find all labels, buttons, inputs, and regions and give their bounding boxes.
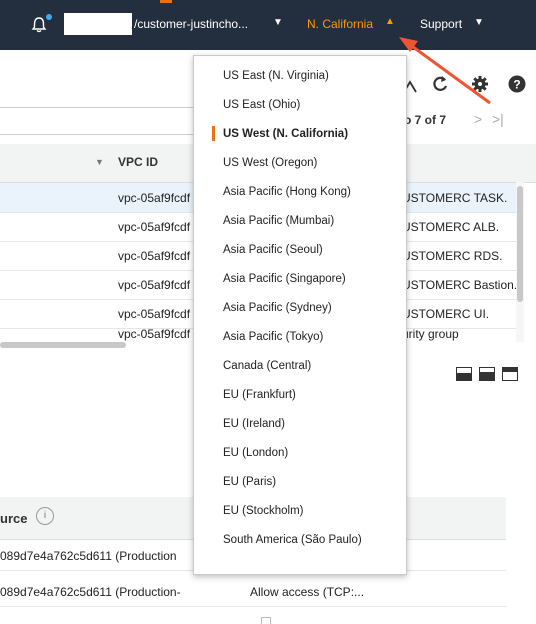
region-option-eu-ireland[interactable]: EU (Ireland) (223, 418, 285, 430)
group-name-cell: USTOMERC Bastion. (402, 278, 518, 292)
region-option-ap-hong-kong[interactable]: Asia Pacific (Hong Kong) (223, 186, 351, 198)
region-dropdown-menu: US East (N. Virginia) US East (Ohio) US … (193, 55, 407, 575)
region-option-eu-frankfurt[interactable]: EU (Frankfurt) (223, 389, 296, 401)
source-cell: 089d7e4a762c5d611 (Production (0, 549, 177, 563)
vertical-scrollbar-thumb[interactable] (517, 186, 523, 302)
bell-icon[interactable] (30, 16, 48, 34)
region-option-ap-seoul[interactable]: Asia Pacific (Seoul) (223, 244, 323, 256)
vpc-id-cell: vpc-05af9fcdf (118, 307, 191, 321)
help-icon[interactable]: ? (507, 74, 527, 94)
vpc-id-cell: vpc-05af9fcdf (118, 220, 191, 234)
info-icon[interactable]: i (36, 507, 54, 525)
layout-bottom-icon[interactable] (456, 367, 472, 381)
vpc-id-cell: vpc-05af9fcdf (118, 327, 191, 341)
region-option-us-west-oregon[interactable]: US West (Oregon) (223, 157, 317, 169)
refresh-icon[interactable] (430, 74, 450, 94)
last-page-button[interactable]: >| (492, 111, 504, 127)
region-option-eu-paris[interactable]: EU (Paris) (223, 476, 276, 488)
region-selector[interactable]: N. California (307, 17, 373, 31)
region-option-eu-stockholm[interactable]: EU (Stockholm) (223, 505, 304, 517)
region-option-us-east-n-virginia[interactable]: US East (N. Virginia) (223, 70, 329, 82)
vpc-id-cell: vpc-05af9fcdf (118, 191, 191, 205)
account-menu[interactable]: /customer-justincho... (134, 17, 248, 31)
svg-text:?: ? (513, 78, 520, 92)
horizontal-scrollbar-thumb[interactable] (0, 342, 126, 348)
next-page-button[interactable]: > (474, 111, 482, 127)
top-navigation-bar: /customer-justincho... ▼ N. California ▲… (0, 0, 536, 50)
region-option-canada-central[interactable]: Canada (Central) (223, 360, 311, 372)
column-header-source: urce (0, 511, 28, 526)
gear-icon[interactable] (470, 74, 490, 94)
region-option-sa-sao-paulo[interactable]: South America (São Paulo) (223, 534, 362, 546)
region-option-us-east-ohio[interactable]: US East (Ohio) (223, 99, 300, 111)
vpc-id-cell: vpc-05af9fcdf (118, 249, 191, 263)
description-cell: Allow access (TCP:... (250, 585, 365, 599)
group-name-cell: USTOMERC UI. (402, 307, 490, 321)
source-cell: 089d7e4a762c5d611 (Production- (0, 585, 181, 599)
checkbox-partial[interactable] (261, 617, 271, 624)
region-option-us-west-n-california[interactable]: US West (N. California) (223, 128, 348, 140)
column-header-vpc-id[interactable]: VPC ID (118, 155, 158, 169)
notification-dot (46, 14, 52, 20)
group-name-cell: urity group (402, 327, 459, 341)
region-option-eu-london[interactable]: EU (London) (223, 447, 288, 459)
support-menu[interactable]: Support (420, 17, 462, 31)
vpc-id-cell: vpc-05af9fcdf (118, 278, 191, 292)
group-name-cell: USTOMERC TASK. (402, 191, 508, 205)
group-name-cell: USTOMERC ALB. (402, 220, 500, 234)
selected-indicator (212, 126, 215, 141)
region-option-ap-singapore[interactable]: Asia Pacific (Singapore) (223, 273, 346, 285)
caret-down-icon[interactable]: ▼ (273, 17, 283, 28)
layout-split-icon[interactable] (479, 367, 495, 381)
orange-strip (160, 0, 172, 3)
layout-top-icon[interactable] (502, 367, 518, 381)
caret-down-icon[interactable]: ▼ (474, 17, 484, 28)
group-name-cell: USTOMERC RDS. (402, 249, 503, 263)
sort-caret-icon[interactable]: ▼ (95, 157, 104, 167)
region-option-ap-tokyo[interactable]: Asia Pacific (Tokyo) (223, 331, 323, 343)
region-option-ap-mumbai[interactable]: Asia Pacific (Mumbai) (223, 215, 334, 227)
redacted-account-mask (64, 13, 132, 35)
region-option-ap-sydney[interactable]: Asia Pacific (Sydney) (223, 302, 332, 314)
caret-up-icon[interactable]: ▲ (385, 16, 395, 27)
